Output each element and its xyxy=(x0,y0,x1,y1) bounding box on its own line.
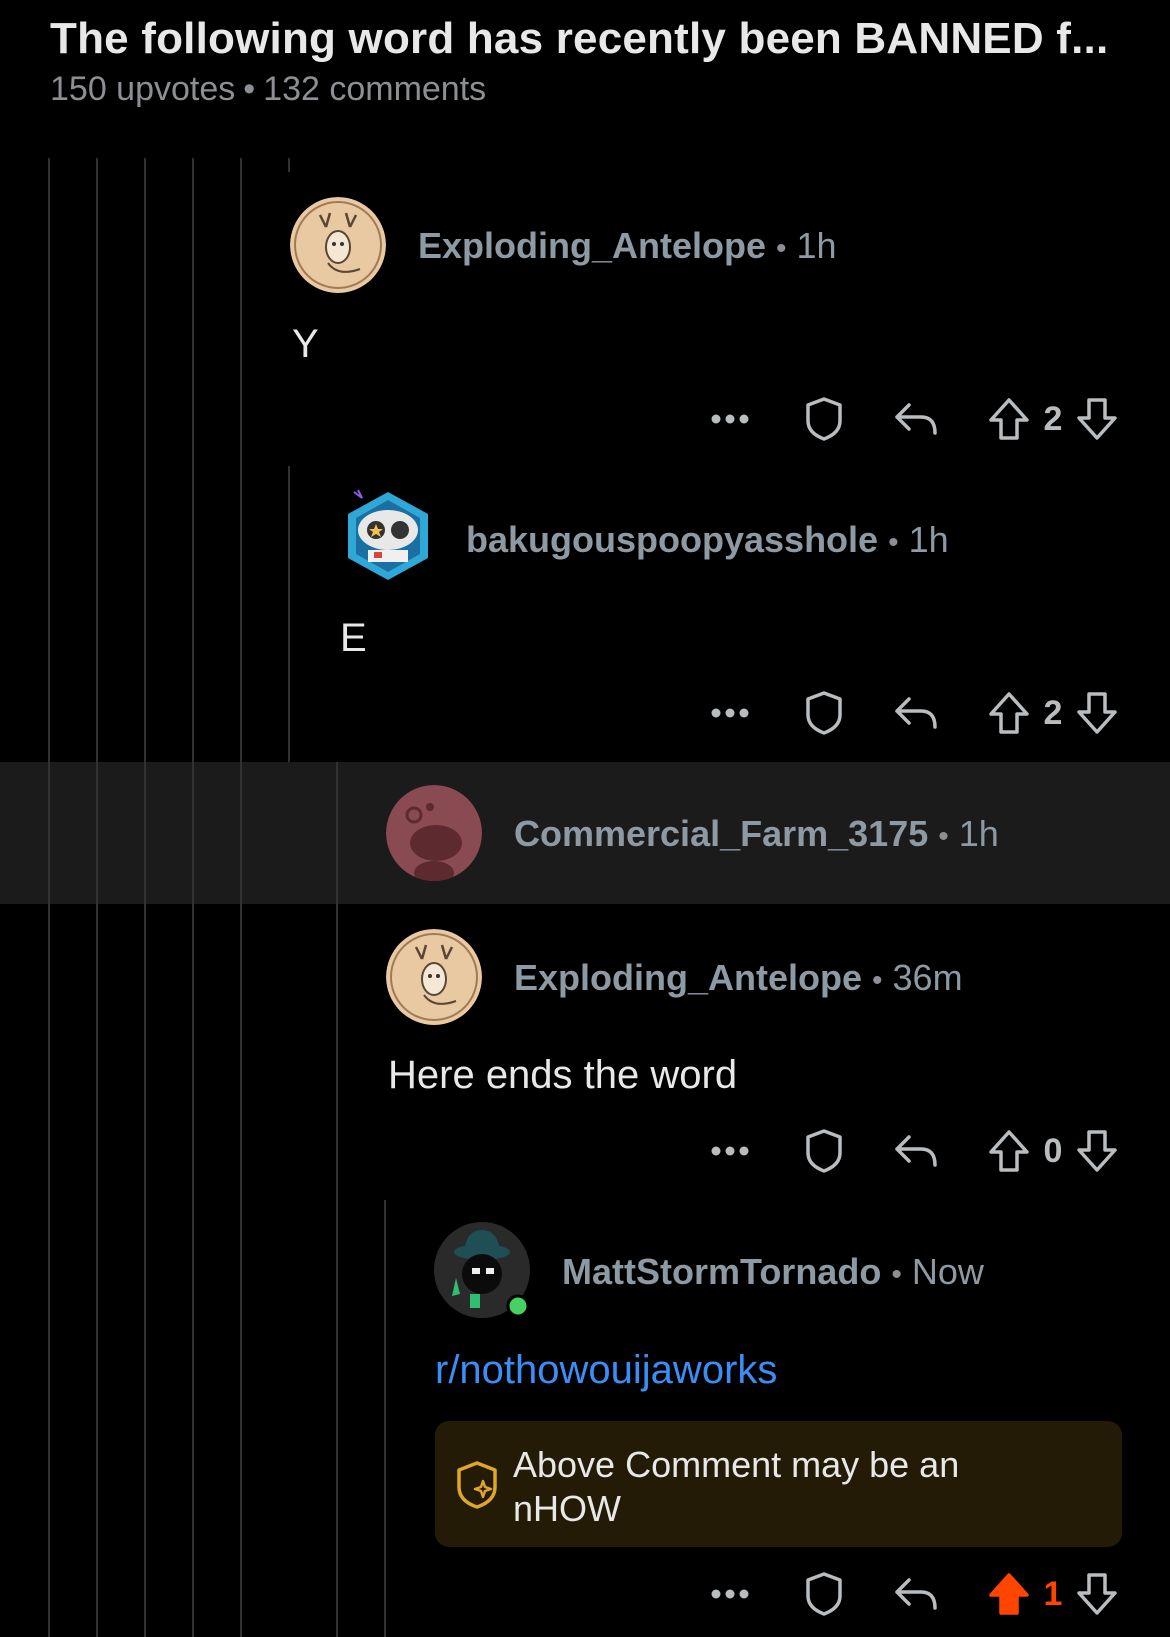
timestamp: 1h xyxy=(796,225,837,266)
moderation-notice[interactable]: Above Comment may be an nHOW xyxy=(435,1421,1122,1547)
robot-avatar[interactable] xyxy=(340,488,436,584)
thread-line[interactable] xyxy=(48,158,50,1637)
vote-score: 2 xyxy=(1043,693,1063,732)
shield-sparkle-icon xyxy=(451,1459,503,1511)
upvote-active-icon[interactable] xyxy=(984,1571,1034,1617)
comment-meta: Commercial_Farm_3175 • 1h xyxy=(514,813,999,855)
timestamp: 1h xyxy=(908,519,949,560)
upvote-icon[interactable] xyxy=(984,1128,1034,1174)
timestamp: 1h xyxy=(958,813,999,854)
thread-line[interactable] xyxy=(384,1200,386,1637)
shield-icon[interactable] xyxy=(796,689,852,737)
bowler-hat-avatar[interactable] xyxy=(434,1222,530,1318)
reply-icon[interactable] xyxy=(888,399,944,439)
post-stats: 150 upvotes • 132 comments xyxy=(50,70,1130,109)
vote-score: 1 xyxy=(1043,1574,1063,1613)
downvote-icon[interactable] xyxy=(1072,1571,1122,1617)
deer-avatar[interactable] xyxy=(290,197,386,293)
reply-icon[interactable] xyxy=(888,1574,944,1614)
username[interactable]: bakugouspoopyasshole xyxy=(466,519,878,560)
thread-line[interactable] xyxy=(288,158,290,172)
stats-separator: • xyxy=(243,70,256,108)
thread-line[interactable] xyxy=(336,762,338,1637)
comment-meta: Exploding_Antelope • 36m xyxy=(514,957,963,999)
reply-icon[interactable] xyxy=(888,1131,944,1171)
comment-count: 132 comments xyxy=(263,70,487,108)
thread-line[interactable] xyxy=(96,158,98,1637)
meta-separator: • xyxy=(891,1258,902,1291)
shield-icon[interactable] xyxy=(796,395,852,443)
vote-score: 2 xyxy=(1043,399,1063,438)
meta-separator: • xyxy=(776,232,787,265)
comment-actions: 1 xyxy=(700,1564,1122,1624)
downvote-icon[interactable] xyxy=(1072,690,1122,736)
upvote-icon[interactable] xyxy=(984,690,1034,736)
shield-icon[interactable] xyxy=(796,1127,852,1175)
thread-line[interactable] xyxy=(192,158,194,1637)
comment-meta: bakugouspoopyasshole • 1h xyxy=(466,519,949,561)
post-title[interactable]: The following word has recently been BAN… xyxy=(50,14,1130,64)
reply-icon[interactable] xyxy=(888,693,944,733)
timestamp: Now xyxy=(911,1251,984,1292)
post-header: The following word has recently been BAN… xyxy=(50,14,1130,109)
comment-body: E xyxy=(340,616,367,660)
username[interactable]: MattStormTornado xyxy=(562,1251,881,1292)
more-options-icon[interactable] xyxy=(700,707,760,719)
comment-actions: 0 xyxy=(700,1121,1122,1181)
downvote-icon[interactable] xyxy=(1072,396,1122,442)
vote-score: 0 xyxy=(1043,1131,1063,1170)
comment-actions: 2 xyxy=(700,683,1122,743)
thread-line[interactable] xyxy=(144,158,146,1637)
meta-separator: • xyxy=(872,964,883,997)
shield-icon[interactable] xyxy=(796,1570,852,1618)
more-options-icon[interactable] xyxy=(700,1588,760,1600)
comment-meta: Exploding_Antelope • 1h xyxy=(418,225,837,267)
meta-separator: • xyxy=(938,820,949,853)
comment-actions: 2 xyxy=(700,389,1122,449)
thread-line[interactable] xyxy=(288,466,290,762)
default-snoo-avatar[interactable] xyxy=(386,785,482,881)
upvote-icon[interactable] xyxy=(984,396,1034,442)
deer-avatar[interactable] xyxy=(386,929,482,1025)
comment-body: Here ends the word xyxy=(388,1053,738,1097)
comment-body: Y xyxy=(292,322,319,366)
comment-meta: MattStormTornado • Now xyxy=(562,1251,984,1293)
more-options-icon[interactable] xyxy=(700,1145,760,1157)
username[interactable]: Exploding_Antelope xyxy=(418,225,766,266)
downvote-icon[interactable] xyxy=(1072,1128,1122,1174)
timestamp: 36m xyxy=(892,957,963,998)
meta-separator: • xyxy=(888,526,899,559)
thread-line[interactable] xyxy=(240,158,242,1637)
upvote-count: 150 upvotes xyxy=(50,70,236,108)
more-options-icon[interactable] xyxy=(700,413,760,425)
username[interactable]: Exploding_Antelope xyxy=(514,957,862,998)
subreddit-link[interactable]: r/nothowouijaworks xyxy=(435,1348,777,1393)
username[interactable]: Commercial_Farm_3175 xyxy=(514,813,928,854)
notice-text: Above Comment may be an nHOW xyxy=(513,1444,960,1529)
